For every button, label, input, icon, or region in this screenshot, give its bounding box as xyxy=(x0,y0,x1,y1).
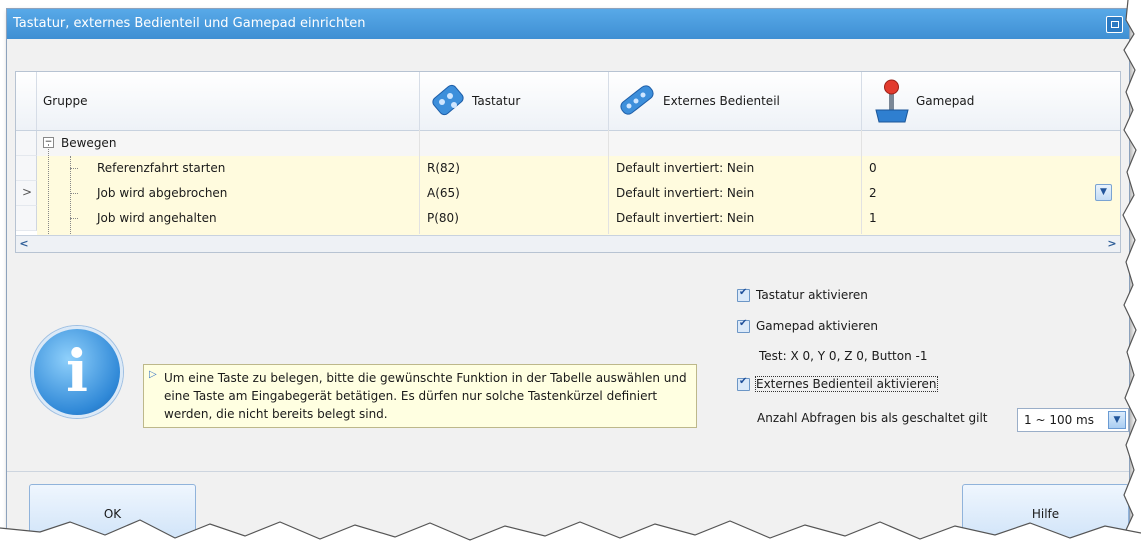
group-row[interactable]: − Bewegen xyxy=(37,131,1120,157)
row-selector[interactable] xyxy=(16,206,37,231)
column-header-gruppe[interactable]: Gruppe xyxy=(37,72,420,130)
row-gamepad: 2 xyxy=(869,186,877,200)
checkbox-label: Tastatur aktivieren xyxy=(756,288,868,302)
row-name: Referenzfahrt starten xyxy=(97,161,226,175)
row-bedienteil: Default invertiert: Nein xyxy=(616,161,755,175)
row-tastatur: R(82) xyxy=(427,161,460,175)
help-button[interactable]: Hilfe xyxy=(962,484,1129,539)
column-header-label: Gamepad xyxy=(916,94,975,108)
table-row-selected[interactable]: Job wird abgebrochen A(65) Default inver… xyxy=(37,181,1120,207)
row-gamepad: 1 xyxy=(869,211,877,225)
tree-line xyxy=(70,218,78,219)
row-bedienteil: Default invertiert: Nein xyxy=(616,186,755,200)
title-bar: Tastatur, externes Bedienteil und Gamepa… xyxy=(7,9,1129,39)
extern-checkbox[interactable]: Externes Bedienteil aktivieren xyxy=(737,376,938,392)
header-corner xyxy=(16,72,37,130)
column-divider xyxy=(419,130,420,234)
column-header-gamepad[interactable]: Gamepad xyxy=(862,72,1120,130)
tree-line xyxy=(70,193,78,194)
keyboard-icon xyxy=(432,84,464,116)
row-selector[interactable] xyxy=(16,131,37,156)
row-indicator: > xyxy=(22,185,33,199)
column-header-bedienteil[interactable]: Externes Bedienteil xyxy=(609,72,862,130)
joystick-icon xyxy=(875,79,909,123)
table-row[interactable]: Referenzfahrt starten R(82) Default inve… xyxy=(37,156,1120,182)
row-gamepad: 0 xyxy=(869,161,877,175)
group-label: Bewegen xyxy=(61,136,117,150)
shortcut-grid: Gruppe Tastatur Externes Bedienteil Game… xyxy=(15,71,1121,253)
column-divider xyxy=(608,130,609,234)
abfragen-value: 1 ~ 100 ms xyxy=(1024,413,1094,427)
table-row[interactable]: Job wird angehalten P(80) Default invert… xyxy=(37,206,1120,232)
dialog-window: Tastatur, externes Bedienteil und Gamepa… xyxy=(6,8,1130,540)
grid-header: Gruppe Tastatur Externes Bedienteil Game… xyxy=(16,72,1120,131)
gamepad-dropdown-button[interactable]: ▼ xyxy=(1095,184,1112,201)
row-selector-current[interactable]: > xyxy=(16,181,37,206)
row-name: Job wird abgebrochen xyxy=(97,186,228,200)
column-divider xyxy=(861,130,862,234)
horizontal-scrollbar[interactable]: < > xyxy=(16,235,1120,252)
abfragen-label: Anzahl Abfragen bis als geschaltet gilt xyxy=(757,411,988,425)
chevron-down-icon[interactable]: ▼ xyxy=(1108,411,1126,429)
row-tastatur: A(65) xyxy=(427,186,460,200)
tastatur-checkbox[interactable]: Tastatur aktivieren xyxy=(737,287,868,302)
window-title: Tastatur, externes Bedienteil und Gamepa… xyxy=(13,16,366,31)
tree-line xyxy=(70,168,78,169)
row-name: Job wird angehalten xyxy=(97,211,217,225)
hint-text: Um eine Taste zu belegen, bitte die gewü… xyxy=(164,371,687,421)
scroll-right-icon[interactable]: > xyxy=(1105,237,1119,250)
checkbox-checked-icon xyxy=(737,376,750,391)
row-bedienteil: Default invertiert: Nein xyxy=(616,211,755,225)
column-header-label: Gruppe xyxy=(43,94,88,108)
column-header-tastatur[interactable]: Tastatur xyxy=(420,72,609,130)
scroll-left-icon[interactable]: < xyxy=(17,237,31,250)
ok-button[interactable]: OK xyxy=(29,484,196,539)
checkbox-label: Gamepad aktivieren xyxy=(756,319,878,333)
hint-arrow-icon: ▷ xyxy=(149,369,157,380)
row-selector[interactable] xyxy=(16,156,37,181)
info-icon: i xyxy=(31,326,123,418)
checkbox-label: Externes Bedienteil aktivieren xyxy=(755,376,938,392)
maximize-button[interactable] xyxy=(1106,16,1123,33)
column-header-label: Tastatur xyxy=(472,94,521,108)
gamepad-checkbox[interactable]: Gamepad aktivieren xyxy=(737,318,878,333)
checkbox-checked-icon xyxy=(737,318,750,333)
remote-control-icon xyxy=(620,85,654,115)
checkbox-checked-icon xyxy=(737,287,750,302)
row-tastatur: P(80) xyxy=(427,211,459,225)
tree-line xyxy=(48,144,49,236)
gamepad-test-readout: Test: X 0, Y 0, Z 0, Button -1 xyxy=(759,349,928,363)
abfragen-select[interactable]: 1 ~ 100 ms ▼ xyxy=(1017,408,1129,432)
column-header-label: Externes Bedienteil xyxy=(663,94,780,108)
footer-divider xyxy=(7,471,1129,472)
hint-box: ▷ Um eine Taste zu belegen, bitte die ge… xyxy=(143,364,697,428)
